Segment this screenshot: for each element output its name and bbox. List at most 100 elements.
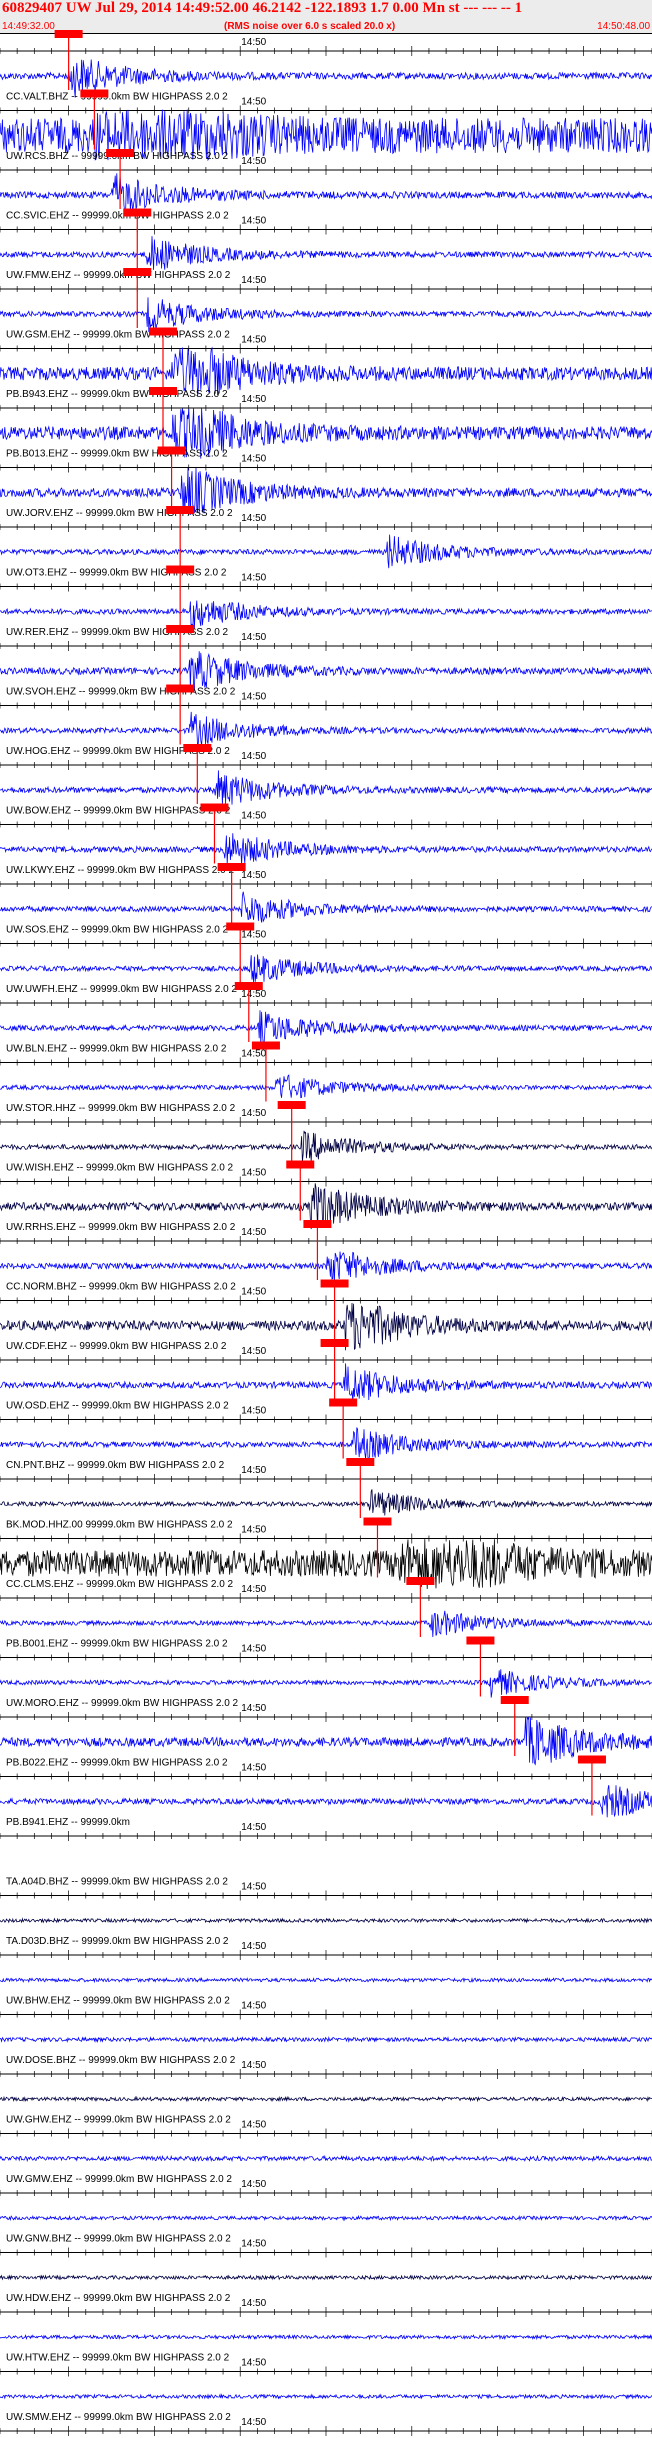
trace-row: 14:50 UW.STOR.HHZ -- 99999.0km BW HIGHPAS…	[0, 1101, 652, 1162]
time-tick-label: 14:50	[241, 394, 266, 405]
station-label: UW.BLN.EHZ -- 99999.0km BW HIGHPASS 2.0 …	[6, 1044, 227, 1055]
trace-row: 14:50 UW.BOW.EHZ -- 99999.0km BW HIGHPASS…	[0, 803, 652, 865]
station-label: PB.B943.EHZ -- 99999.0km BW HIGHPASS 2.0…	[6, 389, 228, 400]
time-tick-label: 14:50	[241, 216, 266, 227]
station-label: BK.MOD.HHZ.00 99999.0km BW HIGHPASS 2.0 …	[6, 1520, 233, 1531]
station-label: UW.RRHS.EHZ -- 99999.0km BW HIGHPASS 2.0…	[6, 1222, 236, 1233]
trace-row: 14:50 UW.HTW.EHZ -- 99999.0km BW HIGHPASS…	[0, 2353, 652, 2400]
waveform	[0, 600, 652, 630]
time-tick-label: 14:50	[241, 2239, 266, 2250]
station-label: UW.BHW.EHZ -- 99999.0km BW HIGHPASS 2.0 …	[6, 1996, 230, 2007]
trace-row: 14:50UW.OT3.EHZ -- 99999.0km BW HIGHPASS…	[0, 565, 652, 630]
trace-row: 14:50 UW.GSM.EHZ -- 99999.0km BW HIGHPASS…	[0, 327, 652, 397]
station-label: UW.OSD.EHZ -- 99999.0km BW HIGHPASS 2.0 …	[6, 1401, 229, 1412]
trace-row: 14:50 TA.D03D.BHZ -- 99999.0km BW HIGHPAS…	[0, 1936, 652, 1984]
time-tick-label: 14:50	[241, 454, 266, 465]
waveform	[0, 2154, 652, 2163]
station-label: CC.VALT.BHZ -- 99999.0km BW HIGHPASS 2.0…	[6, 92, 228, 103]
station-label: TA.A04D.BHZ -- 99999.0km BW HIGHPASS 2.0…	[6, 1877, 228, 1888]
station-label: UW.SMW.EHZ -- 99999.0km BW HIGHPASS 2.0 …	[6, 2412, 231, 2423]
time-tick-label: 14:50	[241, 1406, 266, 1417]
time-tick-label: 14:50	[241, 513, 266, 524]
waveform	[0, 236, 652, 270]
trace-row: 14:50 CC.CLMS.EHZ -- 99999.0km BW HIGHPAS…	[0, 1577, 652, 1638]
time-tick-label: 14:50	[241, 989, 266, 1000]
waveform	[0, 173, 652, 213]
trace-row: 14:50 UW.BLN.EHZ -- 99999.0km BW HIGHPASS…	[0, 1041, 652, 1102]
time-tick-label: 14:50	[241, 692, 266, 703]
time-tick-label: 14:50	[241, 1941, 266, 1952]
trace-row: 14:50UW.HOG.EHZ -- 99999.0km BW HIGHPASS…	[0, 744, 652, 805]
waveform	[0, 1251, 652, 1283]
time-tick-label: 14:50	[241, 1763, 266, 1774]
trace-row: 14:50 UW.GMW.EHZ -- 99999.0km BW HIGHPASS…	[0, 2174, 652, 2222]
station-label: PB.B941.EHZ -- 99999.0km	[6, 1817, 130, 1828]
waveform	[0, 2274, 652, 2281]
waveform	[0, 1130, 652, 1162]
time-tick-label: 14:50	[241, 751, 266, 762]
time-tick-label: 14:50	[241, 2358, 266, 2369]
time-tick-label: 14:50	[241, 2001, 266, 2012]
trace-row: 14:50 CC.SVIC.EHZ -- 99999.0km BW HIGHPAS…	[0, 208, 652, 270]
waveform	[0, 954, 652, 983]
time-tick-label: 14:50	[241, 1108, 266, 1119]
station-label: UW.SOS.EHZ -- 99999.0km BW HIGHPASS 2.0 …	[6, 925, 229, 936]
time-tick-label: 14:50	[241, 335, 266, 346]
time-tick-label: 14:50	[241, 1227, 266, 1238]
trace-row: 14:50 UW.GHW.EHZ -- 99999.0km BW HIGHPASS…	[0, 2115, 652, 2163]
time-tick-label: 14:50	[241, 1644, 266, 1655]
station-label: UW.STOR.HHZ -- 99999.0km BW HIGHPASS 2.0…	[6, 1103, 236, 1114]
waveform	[0, 1917, 652, 1924]
station-label: CC.SVIC.EHZ -- 99999.0km BW HIGHPASS 2.0…	[6, 211, 229, 222]
station-label: PB.B022.EHZ -- 99999.0km BW HIGHPASS 2.0…	[6, 1758, 228, 1769]
waveform	[0, 711, 652, 747]
station-label: UW.WISH.EHZ -- 99999.0km BW HIGHPASS 2.0…	[6, 1163, 234, 1174]
waveform	[0, 1610, 652, 1638]
trace-row: 14:50 PB.B022.EHZ -- 99999.0km BW HIGHPAS…	[0, 1755, 652, 1818]
station-label: UW.CDF.EHZ -- 99999.0km BW HIGHPASS 2.0 …	[6, 1341, 227, 1352]
seismogram-plot: 14:50 14:50 CC.VALT.BHZ -- 99999.0km BW HI…	[0, 30, 652, 2436]
station-label: UW.RER.EHZ -- 99999.0km BW HIGHPASS 2.0 …	[6, 627, 229, 638]
time-tick-label: 14:50	[241, 2179, 266, 2190]
trace-row: 14:50	[0, 30, 652, 98]
trace-row: 14:50 UW.CDF.EHZ -- 99999.0km BW HIGHPASS…	[0, 1339, 652, 1402]
waveform	[0, 833, 652, 865]
trace-row: 14:50 UW.OSD.EHZ -- 99999.0km BW HIGHPASS…	[0, 1398, 652, 1460]
trace-row: 14:50 UW.DOSE.BHZ -- 99999.0km BW HIGHPAS…	[0, 2055, 652, 2103]
station-label: PB.B001.EHZ -- 99999.0km BW HIGHPASS 2.0…	[6, 1639, 228, 1650]
station-label: UW.LKWY.EHZ -- 99999.0km BW HIGHPASS 2.0…	[6, 865, 234, 876]
station-label: UW.UWFH.EHZ -- 99999.0km BW HIGHPASS 2.0…	[6, 984, 237, 995]
station-label: TA.D03D.BHZ -- 99999.0km BW HIGHPASS 2.0…	[6, 1936, 229, 1947]
time-tick-label: 14:50	[241, 1882, 266, 1893]
station-label: UW.HDW.EHZ -- 99999.0km BW HIGHPASS 2.0 …	[6, 2293, 231, 2304]
time-tick-label: 14:50	[241, 1287, 266, 1298]
station-label: UW.GMW.EHZ -- 99999.0km BW HIGHPASS 2.0 …	[6, 2174, 232, 2185]
time-tick-label: 14:50	[241, 930, 266, 941]
waveform	[0, 297, 652, 333]
trace-row: 14:50 CC.VALT.BHZ -- 99999.0km BW HIGHPAS…	[0, 89, 652, 162]
station-label: UW.GHW.EHZ -- 99999.0km BW HIGHPASS 2.0 …	[6, 2115, 231, 2126]
time-tick-label: 14:50	[241, 1168, 266, 1179]
waveform	[0, 2214, 652, 2222]
trace-row: 14:50 UW.FMW.EHZ -- 99999.0km BW HIGHPASS…	[0, 268, 652, 333]
time-tick-label: 14:50	[241, 1465, 266, 1476]
waveform	[0, 1785, 652, 1818]
time-tick-label: 14:50	[241, 37, 266, 48]
station-label: UW.BOW.EHZ -- 99999.0km BW HIGHPASS 2.0 …	[6, 806, 231, 817]
time-tick-label: 14:50	[241, 1822, 266, 1833]
trace-row: 14:50 UW.UWFH.EHZ -- 99999.0km BW HIGHPAS…	[0, 982, 652, 1047]
waveform	[0, 2393, 652, 2400]
trace-row: 14:50 UW.RER.EHZ -- 99999.0km BW HIGHPASS…	[0, 625, 652, 691]
trace-row: 14:50 UW.SOS.EHZ -- 99999.0km BW HIGHPASS…	[0, 922, 652, 983]
waveform	[0, 651, 652, 691]
trace-row: 14:50 PB.B001.EHZ -- 99999.0km BW HIGHPAS…	[0, 1636, 652, 1698]
waveform	[0, 891, 652, 923]
waveform	[0, 770, 652, 805]
station-label: CN.PNT.BHZ -- 99999.0km BW HIGHPASS 2.0 …	[6, 1460, 225, 1471]
station-label: UW.GSM.EHZ -- 99999.0km BW HIGHPASS 2.0 …	[6, 330, 230, 341]
station-label: CC.CLMS.EHZ -- 99999.0km BW HIGHPASS 2.0…	[6, 1579, 234, 1590]
waveform	[0, 534, 652, 569]
waveform	[0, 1074, 652, 1099]
trace-row: 14:50 UW.GNW.BHZ -- 99999.0km BW HIGHPASS…	[0, 2234, 652, 2281]
time-tick-label: 14:50	[241, 2060, 266, 2071]
